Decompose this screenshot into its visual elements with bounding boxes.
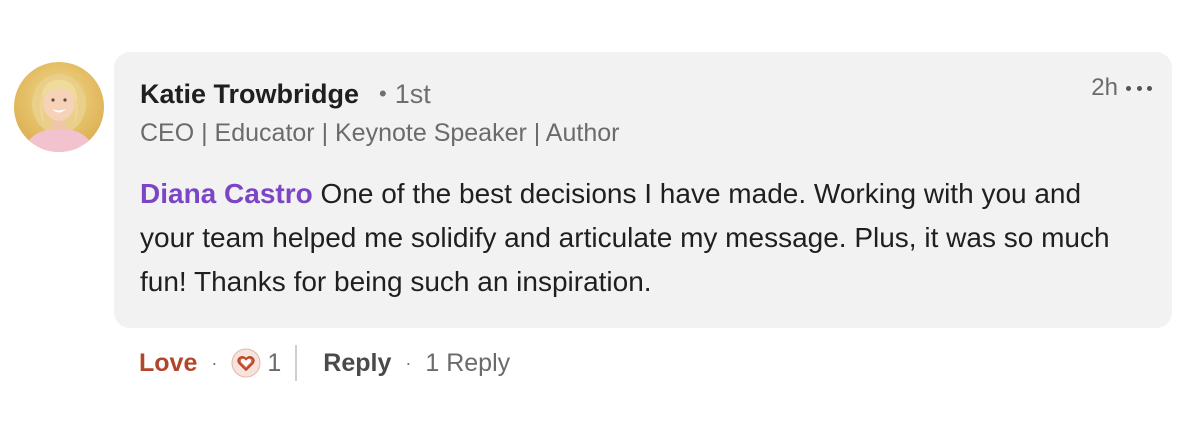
profile-photo-icon bbox=[14, 62, 104, 152]
action-divider bbox=[295, 345, 298, 381]
reaction-count[interactable]: 1 bbox=[267, 349, 281, 378]
action-separator: · bbox=[211, 352, 218, 373]
timestamp: 2h bbox=[1091, 74, 1118, 101]
degree-separator: • bbox=[379, 81, 387, 106]
comment-meta: 2h bbox=[1091, 74, 1152, 102]
author-name[interactable]: Katie Trowbridge bbox=[140, 79, 359, 110]
author-row: Katie Trowbridge • 1st bbox=[140, 76, 431, 112]
connection-degree: 1st bbox=[394, 78, 431, 109]
reply-separator: · bbox=[405, 352, 412, 373]
comment: Katie Trowbridge • 1st CEO | Educator | … bbox=[0, 0, 1200, 426]
reply-button[interactable]: Reply bbox=[323, 349, 391, 378]
comment-text: Diana Castro One of the best decisions I… bbox=[140, 172, 1120, 304]
comment-bubble: Katie Trowbridge • 1st CEO | Educator | … bbox=[114, 52, 1172, 328]
ellipsis-icon[interactable] bbox=[1126, 84, 1152, 92]
love-reaction-button[interactable]: Love bbox=[139, 349, 197, 378]
replies-count-link[interactable]: 1 Reply bbox=[425, 349, 510, 378]
avatar[interactable] bbox=[14, 62, 104, 152]
love-heart-icon[interactable] bbox=[231, 348, 261, 378]
mention-link[interactable]: Diana Castro bbox=[140, 178, 313, 209]
author-headline: CEO | Educator | Keynote Speaker | Autho… bbox=[140, 119, 620, 147]
comment-actions: Love · 1 Reply · 1 Reply bbox=[139, 343, 510, 383]
